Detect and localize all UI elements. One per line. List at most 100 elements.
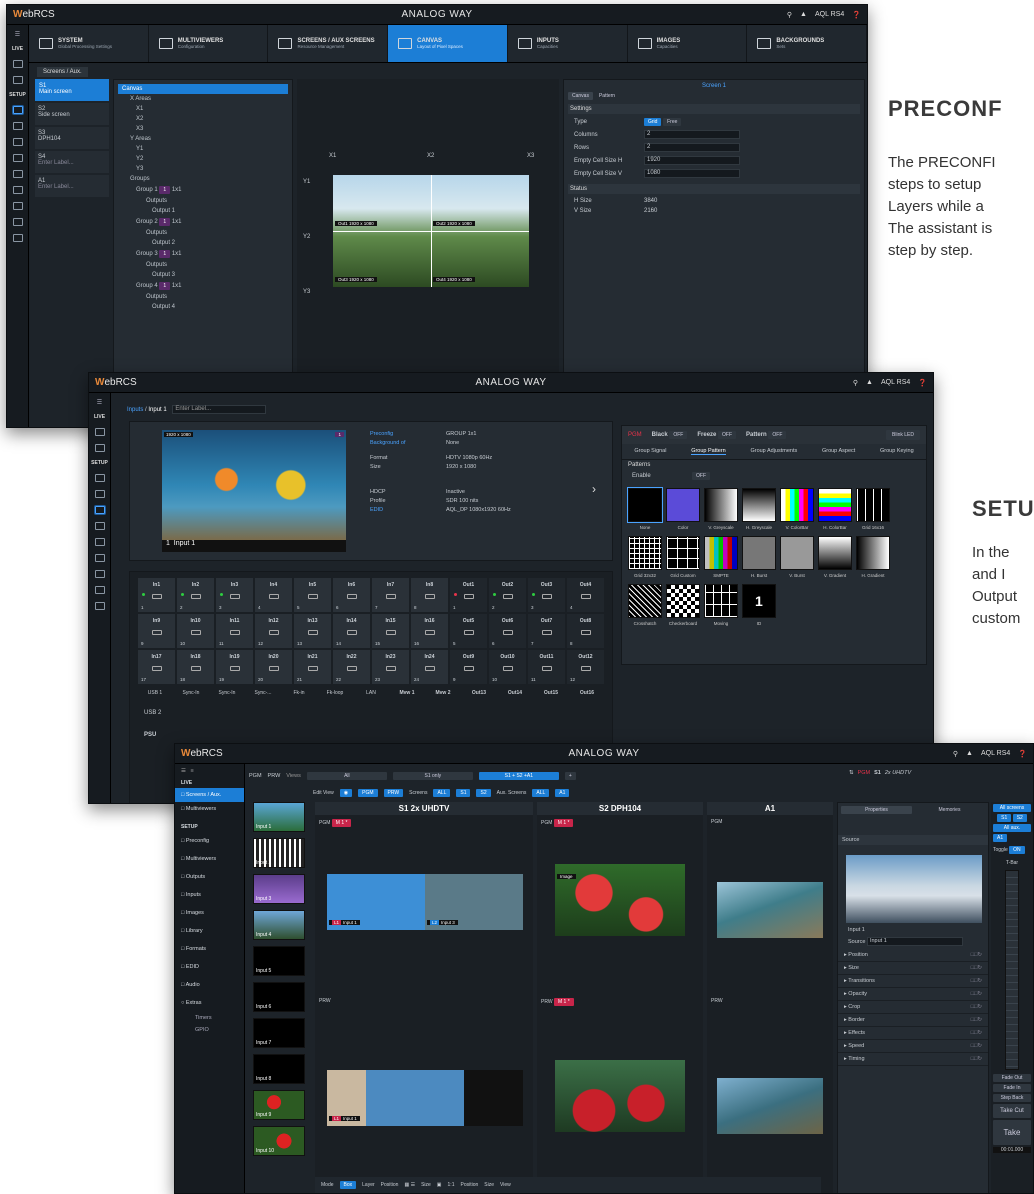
output-port[interactable]: Out1 1 — [450, 578, 487, 612]
multiviewers-nav-icon[interactable] — [12, 76, 23, 84]
copy-icon[interactable]: □□↻ — [971, 965, 982, 971]
screens-nav-icon[interactable] — [94, 428, 105, 436]
input-port[interactable]: In14 14 — [333, 614, 370, 648]
edit-view-toggle[interactable]: ◉ — [339, 789, 353, 797]
copy-icon[interactable]: □□↻ — [971, 1056, 982, 1062]
screen-item[interactable]: S4 Enter Label... — [35, 151, 109, 173]
input-port[interactable]: In1 1 — [138, 578, 175, 612]
search-icon[interactable]: ⚲ — [787, 11, 792, 19]
pattern-option[interactable]: Checkerboard — [666, 584, 700, 626]
freeze-toggle[interactable]: OFF — [718, 431, 737, 439]
take-duration[interactable]: 00:01.000 — [993, 1147, 1031, 1153]
input-port[interactable]: In6 6 — [333, 578, 370, 612]
take-cut-button[interactable]: Take Cut — [993, 1104, 1031, 1118]
blink-led-button[interactable]: Blink LED — [886, 430, 920, 440]
tree-canvas[interactable]: Canvas — [118, 84, 288, 94]
tab-group-signal[interactable]: Group Signal — [634, 448, 666, 455]
nav-multiviewers[interactable]: □ Multiviewers — [175, 802, 244, 816]
tree-item[interactable]: Outputs — [118, 260, 288, 270]
pattern-option[interactable]: None — [627, 487, 663, 530]
tab-group-adjustments[interactable]: Group Adjustments — [750, 448, 797, 455]
library-nav-icon[interactable] — [12, 170, 23, 178]
tree-item[interactable]: Y1 — [118, 144, 288, 154]
rows-field[interactable]: 2 — [644, 143, 740, 152]
prw-toggle[interactable]: PRW — [383, 789, 404, 797]
status-section[interactable]: Status — [568, 184, 860, 194]
input-thumbnail[interactable]: Input 10 — [253, 1126, 305, 1156]
pattern-option[interactable]: H. Burst — [742, 536, 776, 578]
bell-icon[interactable]: ▲ — [800, 11, 807, 18]
screen-item[interactable]: S3 DPH104 — [35, 127, 109, 149]
property-section[interactable]: ▸ Effects □□↻ — [838, 1027, 988, 1040]
input-port[interactable]: In18 18 — [177, 650, 214, 684]
pattern-option[interactable]: 1 ID — [742, 584, 776, 626]
settings-section[interactable]: Settings — [568, 104, 860, 114]
fade-in-button[interactable]: Fade In — [993, 1084, 1031, 1092]
input-port[interactable]: In15 15 — [372, 614, 409, 648]
output-port[interactable]: Out5 5 — [450, 614, 487, 648]
pattern-option[interactable]: V. Burst — [780, 536, 814, 578]
copy-icon[interactable]: □□↻ — [971, 991, 982, 997]
tree-group[interactable]: Group 4 1 1x1 — [118, 280, 288, 292]
source-section[interactable]: Source — [838, 835, 988, 845]
input-port[interactable]: In19 19 — [216, 650, 253, 684]
toggle-switch[interactable]: ON — [1009, 846, 1025, 854]
tab-system[interactable]: SYSTEM Global Processing Settings — [29, 25, 149, 62]
pattern-option[interactable]: Grid 32x32 — [628, 536, 662, 578]
preconfig-nav-icon[interactable] — [94, 474, 105, 482]
audio-nav-icon[interactable] — [94, 586, 105, 594]
subtab-screens-aux[interactable]: Screens / Aux. — [37, 67, 88, 77]
extras-nav-icon[interactable] — [94, 602, 105, 610]
chip-a1[interactable]: A1 — [555, 789, 570, 797]
input-port[interactable]: In20 20 — [255, 650, 292, 684]
tab-group-keying[interactable]: Group Keying — [880, 448, 914, 455]
audio-nav-icon[interactable] — [12, 218, 23, 226]
mode-layer-button[interactable]: Layer — [362, 1182, 375, 1188]
tree-item[interactable]: Outputs — [118, 292, 288, 302]
nav-outputs[interactable]: □ Outputs — [175, 868, 244, 886]
formats-nav-icon[interactable] — [94, 554, 105, 562]
pattern-option[interactable]: V. ColorBar — [780, 488, 814, 530]
nav-extras[interactable]: ○ Extras — [175, 994, 244, 1012]
label-input[interactable]: Enter Label... — [172, 405, 267, 414]
tree-item[interactable]: Output 2 — [118, 238, 288, 248]
tab-pattern[interactable]: Pattern — [595, 92, 619, 100]
output-port[interactable]: Out10 10 — [489, 650, 526, 684]
property-section[interactable]: ▸ Size □□↻ — [838, 962, 988, 975]
device-label[interactable]: AQL RS4 — [815, 11, 844, 18]
columns-field[interactable]: 2 — [644, 130, 740, 139]
device-label[interactable]: AQL RS4 — [981, 750, 1010, 757]
pattern-option[interactable]: V. Greyscale — [704, 488, 738, 530]
type-free-button[interactable]: Free — [663, 118, 682, 126]
tree-group[interactable]: Group 1 1 1x1 — [118, 184, 288, 196]
canvas-preview-image[interactable]: Out1 1920 x 1080 Out2 1920 x 1080 Out3 1… — [333, 175, 529, 287]
tab-memories[interactable]: Memories — [914, 806, 985, 814]
input-thumbnail[interactable]: Input 8 — [253, 1054, 305, 1084]
outputs-nav-icon[interactable] — [12, 122, 23, 130]
view-tab-s1[interactable]: S1 only — [392, 772, 473, 780]
copy-icon[interactable]: □□↻ — [971, 1017, 982, 1023]
tree-item[interactable]: Y2 — [118, 154, 288, 164]
inputs-nav-icon[interactable] — [94, 506, 105, 514]
view-tab-s1s2a1[interactable]: S1 + S2 +A1 — [478, 772, 559, 780]
output-port[interactable]: Out2 2 — [489, 578, 526, 612]
t-bar-slider[interactable] — [1005, 870, 1019, 1070]
chip-s2[interactable]: S2 — [476, 789, 491, 797]
pattern-option[interactable]: Color — [666, 488, 700, 530]
usb-port[interactable]: USB 1 — [138, 690, 172, 696]
all-screens-button[interactable]: All screens — [993, 804, 1031, 812]
tree-item[interactable]: Groups — [118, 174, 288, 184]
nav-gpio[interactable]: GPIO — [175, 1024, 244, 1036]
outputs-nav-icon[interactable] — [94, 490, 105, 498]
pattern-option[interactable]: Crosshatch — [628, 584, 662, 626]
input-port[interactable]: In2 2 — [177, 578, 214, 612]
help-icon[interactable]: ❓ — [1018, 750, 1027, 758]
pgm-toggle[interactable]: PGM — [358, 789, 378, 797]
library-nav-icon[interactable] — [94, 538, 105, 546]
input-thumbnail[interactable]: Input 5 — [253, 946, 305, 976]
tree-item[interactable]: Outputs — [118, 196, 288, 206]
nav-edid[interactable]: □ EDID — [175, 958, 244, 976]
search-icon[interactable]: ⚲ — [953, 750, 958, 758]
input-port[interactable]: In21 21 — [294, 650, 331, 684]
input-thumbnail[interactable]: Input 3 — [253, 874, 305, 904]
